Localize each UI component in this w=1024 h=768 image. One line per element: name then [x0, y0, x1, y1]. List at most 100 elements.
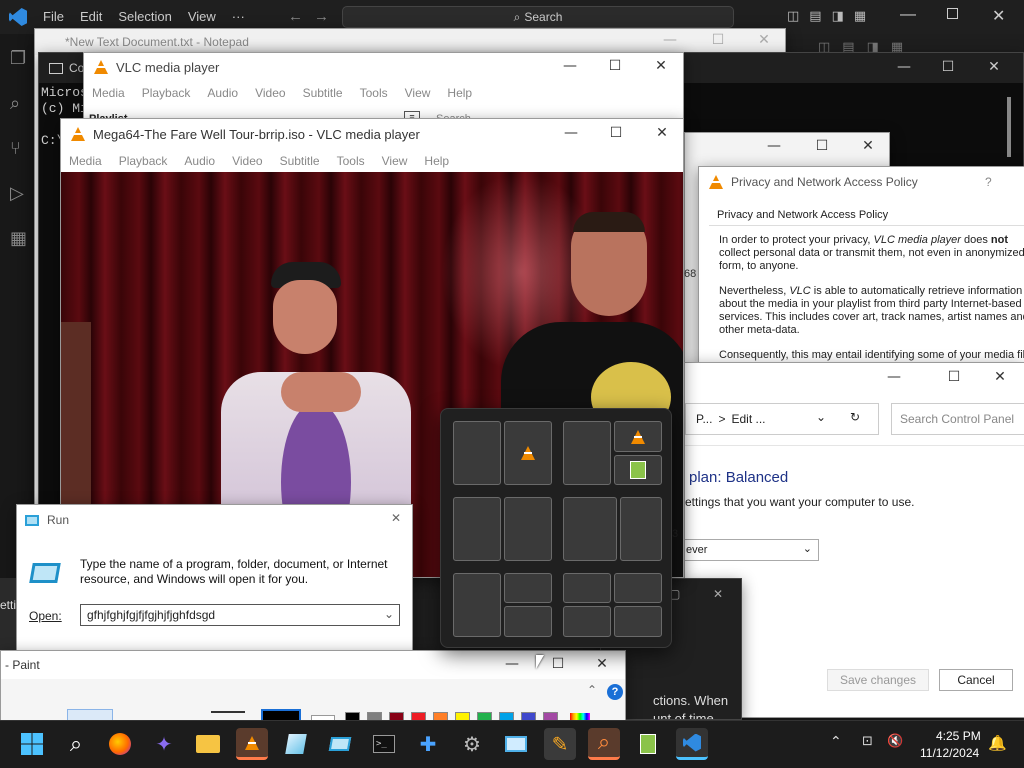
source-control-icon[interactable]: ⑂ [10, 138, 27, 159]
vscode-command-center[interactable]: ⌕ Search [342, 6, 734, 28]
cmd-maximize-button[interactable]: ☐ [925, 59, 971, 75]
cmd-scrollbar[interactable] [1007, 97, 1011, 157]
chevron-up-icon[interactable]: ⌃ [587, 683, 597, 697]
snap-zone[interactable] [614, 421, 662, 452]
cp-close-button[interactable]: ✕ [977, 369, 1023, 385]
explorer-icon[interactable]: ❐ [10, 48, 27, 69]
snap-zone[interactable] [563, 606, 611, 637]
extensions-icon[interactable]: ▦ [10, 228, 27, 249]
chevron-down-icon[interactable]: ⌄ [816, 410, 826, 424]
sleep-select[interactable]: ever ⌄ [685, 539, 819, 561]
vlc-back-menu-media[interactable]: Media [92, 86, 125, 100]
layout-toggle-icon[interactable]: ◫ [787, 9, 799, 24]
run-dialog[interactable]: Run ✕ Type the name of a program, folder… [16, 504, 413, 654]
vlc-icon[interactable] [236, 728, 268, 760]
chevron-up-icon[interactable]: ⌃ [830, 734, 842, 750]
cmd-minimize-button[interactable]: — [881, 59, 927, 75]
taskbar-time[interactable]: 4:25 PM [936, 729, 981, 743]
notepad-close-button[interactable]: ✕ [741, 32, 785, 48]
notepad-plus-icon[interactable] [632, 728, 664, 760]
vlc-back-close-button[interactable]: ✕ [638, 58, 683, 74]
vlc-menu-playback[interactable]: Playback [119, 154, 168, 168]
snap-layouts-flyout[interactable] [440, 408, 672, 648]
vscode-menu-edit[interactable]: Edit [80, 9, 102, 24]
notification-bell-icon[interactable]: 🔔 [988, 734, 1007, 752]
privacy-help-button[interactable]: ? [985, 175, 992, 189]
snap-zone[interactable] [453, 497, 501, 561]
firefox-icon[interactable] [104, 728, 136, 760]
cancel-button[interactable]: Cancel [939, 669, 1013, 691]
volume-icon[interactable]: 🔇 [887, 734, 903, 749]
start-icon[interactable] [16, 728, 48, 760]
snap-zone[interactable] [504, 497, 552, 561]
snap-zone[interactable] [614, 606, 662, 637]
vlc-main-minimize-button[interactable]: — [548, 125, 594, 141]
vlc-menu-subtitle[interactable]: Subtitle [280, 154, 320, 168]
settings-icon[interactable]: ⚙ [456, 728, 488, 760]
vscode-minimize-button[interactable]: — [900, 6, 916, 24]
remote-desktop-icon[interactable] [500, 728, 532, 760]
notepad-app-icon[interactable] [280, 728, 312, 760]
cp-search-input[interactable]: Search Control Panel [891, 403, 1024, 435]
vscode-close-button[interactable]: ✕ [992, 6, 1005, 25]
save-changes-button[interactable]: Save changes [827, 669, 929, 691]
run-close-button[interactable]: ✕ [391, 511, 401, 525]
vscode-back-button[interactable]: ← [288, 8, 303, 25]
vlc-back-minimize-button[interactable]: — [547, 58, 593, 74]
snap-zone[interactable] [504, 573, 552, 603]
run-app-icon[interactable] [324, 728, 356, 760]
snap-zone[interactable] [504, 421, 552, 485]
puzzle-app-icon[interactable]: ✚ [412, 728, 444, 760]
cp-minimize-button[interactable]: — [871, 369, 917, 385]
notepad-minimize-button[interactable]: — [647, 32, 693, 48]
snap-zone[interactable] [504, 606, 552, 637]
snap-zone[interactable] [453, 573, 501, 637]
terminal-icon[interactable]: >_ [368, 728, 400, 760]
vscode-menu-view[interactable]: View [188, 9, 216, 24]
vlc-menu-tools[interactable]: Tools [337, 154, 365, 168]
snap-zone[interactable] [614, 455, 662, 485]
sidebar-toggle-icon[interactable]: ◨ [832, 9, 844, 24]
run-open-input[interactable]: gfhjfghjfgjfjfgjhjfjghfdsgd ⌄ [80, 604, 400, 626]
vlc-menu-video[interactable]: Video [232, 154, 262, 168]
refresh-icon[interactable]: ↻ [850, 410, 860, 424]
cp-address-bar[interactable]: P... > Edit ... ⌄ ↻ [685, 403, 879, 435]
vlc-menu-audio[interactable]: Audio [184, 154, 215, 168]
snap-zone[interactable] [563, 421, 611, 485]
snap-zone[interactable] [453, 421, 501, 485]
vlc-back-menu-audio[interactable]: Audio [207, 86, 238, 100]
snap-zone[interactable] [614, 573, 662, 603]
vlc-back-maximize-button[interactable]: ☐ [592, 58, 638, 74]
vlc-main-maximize-button[interactable]: ☐ [593, 125, 639, 141]
vlc-back-menu-view[interactable]: View [405, 86, 431, 100]
vlc-menu-media[interactable]: Media [69, 154, 102, 168]
run-debug-icon[interactable]: ▷ [10, 183, 27, 204]
vscode-menu-selection[interactable]: Selection [118, 9, 171, 24]
cp-maximize-button[interactable]: ☐ [931, 369, 977, 385]
file-explorer-icon[interactable] [192, 728, 224, 760]
dark-dialog-close-button[interactable]: ✕ [713, 587, 723, 601]
magnifier-icon[interactable]: ⌕ [588, 728, 620, 760]
vlc-main-close-button[interactable]: ✕ [639, 125, 683, 141]
panel-toggle-icon[interactable]: ▤ [809, 9, 821, 24]
cmd-close-button[interactable]: ✕ [971, 59, 1017, 75]
vscode-menu-more[interactable]: ··· [232, 9, 245, 24]
vscode-menu-file[interactable]: File [43, 9, 64, 24]
paint-close-button[interactable]: ✕ [579, 656, 625, 672]
paint-help-button[interactable]: ? [607, 684, 623, 700]
snap-zone[interactable] [620, 497, 662, 561]
breadcrumb-edit[interactable]: Edit ... [731, 412, 765, 426]
privacy-dialog[interactable]: Privacy and Network Access Policy ? Priv… [698, 166, 1024, 366]
network-icon[interactable]: ⊡ [862, 734, 873, 749]
search-icon[interactable]: ⌕ [60, 728, 92, 760]
vlc-back-menu-subtitle[interactable]: Subtitle [303, 86, 343, 100]
vlc-back-menu-playback[interactable]: Playback [142, 86, 191, 100]
customize-layout-icon[interactable]: ▦ [854, 9, 866, 24]
vscode-icon[interactable] [676, 728, 708, 760]
vscode-forward-button[interactable]: → [314, 8, 329, 25]
search-icon[interactable]: ⌕ [10, 93, 27, 114]
snap-zone[interactable] [563, 573, 611, 603]
paint-minimize-button[interactable]: — [489, 656, 535, 672]
chevron-down-icon[interactable]: ⌄ [384, 607, 394, 621]
paint-icon[interactable]: ✎ [544, 728, 576, 760]
